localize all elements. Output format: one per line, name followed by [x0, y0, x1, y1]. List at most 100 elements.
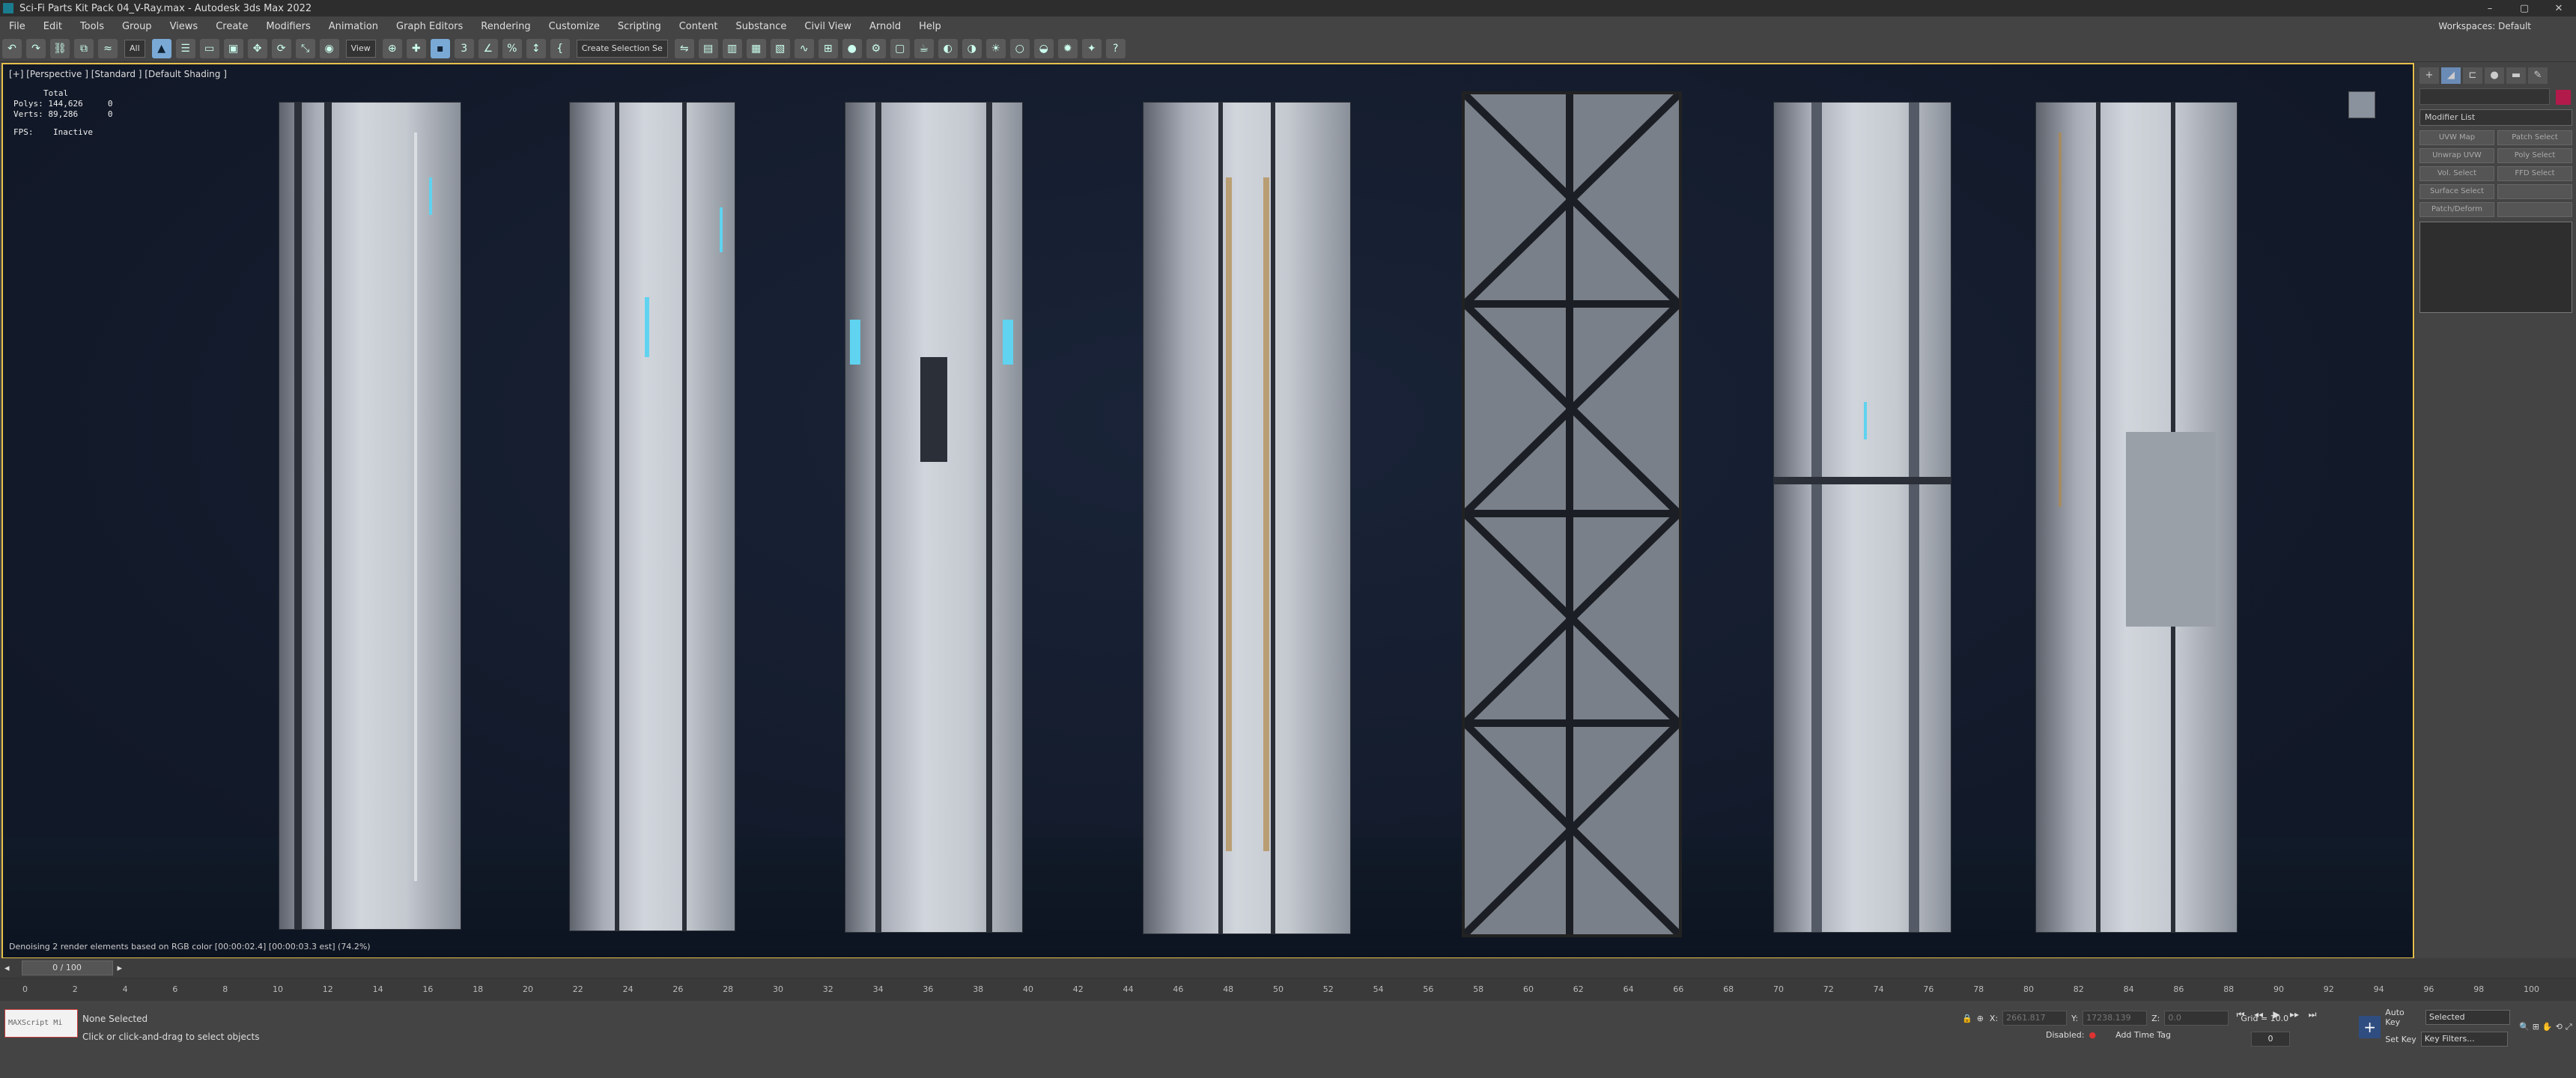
- menu-animation[interactable]: Animation: [320, 21, 387, 32]
- close-icon[interactable]: ✕: [2542, 3, 2576, 14]
- pillar-3[interactable]: [845, 102, 1023, 933]
- time-slider-next-icon[interactable]: ▸: [118, 963, 123, 974]
- pillar-7[interactable]: [2035, 102, 2238, 933]
- menu-edit[interactable]: Edit: [34, 21, 71, 32]
- hierarchy-tab-icon[interactable]: ⊏: [2463, 67, 2482, 84]
- bind-spacewarp-icon[interactable]: ≈: [98, 39, 118, 58]
- maximize-viewport-icon[interactable]: ⤢: [2566, 1022, 2572, 1032]
- modifier-surface-select[interactable]: Surface Select: [2419, 184, 2494, 199]
- modifier-unwrap-uvw[interactable]: Unwrap UVW: [2419, 148, 2494, 163]
- modify-tab-icon[interactable]: ◢: [2441, 67, 2461, 84]
- menu-file[interactable]: File: [0, 21, 34, 32]
- menu-substance[interactable]: Substance: [726, 21, 795, 32]
- previous-frame-icon[interactable]: ◂◂: [2251, 1009, 2266, 1024]
- select-move-icon[interactable]: ✥: [247, 39, 267, 58]
- viewport-label[interactable]: [+] [Perspective ] [Standard ] [Default …: [9, 69, 227, 79]
- zoom-icon[interactable]: 🔍: [2519, 1022, 2530, 1032]
- orbit-icon[interactable]: ⟲: [2556, 1022, 2563, 1032]
- modifier-vol-select[interactable]: Vol. Select: [2419, 166, 2494, 181]
- create-tab-icon[interactable]: +: [2419, 67, 2439, 84]
- undo-icon[interactable]: ↶: [2, 39, 22, 58]
- pillar-5-frame[interactable]: [1462, 91, 1682, 937]
- go-to-start-icon[interactable]: ⏮: [2233, 1009, 2248, 1024]
- ribbon-icon[interactable]: ▧: [770, 39, 790, 58]
- modifier-uvw-map[interactable]: UVW Map: [2419, 130, 2494, 145]
- menu-graph-editors[interactable]: Graph Editors: [387, 21, 472, 32]
- play-icon[interactable]: ▶: [2269, 1009, 2284, 1024]
- go-to-end-icon[interactable]: ⏭: [2305, 1009, 2320, 1024]
- menu-tools[interactable]: Tools: [71, 21, 113, 32]
- key-filters-button[interactable]: Key Filters...: [2420, 1032, 2508, 1047]
- maxscript-listener[interactable]: MAXScript Mi: [4, 1009, 78, 1038]
- menu-arnold[interactable]: Arnold: [860, 21, 910, 32]
- modifier-poly-select[interactable]: Poly Select: [2497, 148, 2572, 163]
- rect-selection-icon[interactable]: ▭: [199, 39, 219, 58]
- lock-selection-icon[interactable]: 🔒: [1962, 1014, 1972, 1023]
- menu-group[interactable]: Group: [113, 21, 161, 32]
- selection-filter-dropdown[interactable]: All: [124, 40, 145, 58]
- minimize-icon[interactable]: –: [2473, 3, 2507, 14]
- pillar-6[interactable]: [1773, 102, 1951, 933]
- modifier-patch-select[interactable]: Patch Select: [2497, 130, 2572, 145]
- vray-icon-1[interactable]: ◐: [938, 39, 958, 58]
- menu-views[interactable]: Views: [161, 21, 207, 32]
- set-key-big-icon[interactable]: +: [2359, 1016, 2381, 1038]
- menu-rendering[interactable]: Rendering: [472, 21, 539, 32]
- next-frame-icon[interactable]: ▸▸: [2287, 1009, 2302, 1024]
- menu-create[interactable]: Create: [207, 21, 257, 32]
- snap-3d-icon[interactable]: 3: [454, 39, 474, 58]
- rendered-frame-window-icon[interactable]: ▢: [890, 39, 910, 58]
- select-rotate-icon[interactable]: ⟳: [271, 39, 291, 58]
- link-icon[interactable]: ⛓: [50, 39, 70, 58]
- unlink-icon[interactable]: ⧉: [74, 39, 94, 58]
- x-coordinate-field[interactable]: 2661.817: [2002, 1011, 2068, 1026]
- percent-snap-icon[interactable]: %: [502, 39, 522, 58]
- selected-dropdown[interactable]: Selected: [2425, 1010, 2510, 1025]
- object-name-field[interactable]: [2419, 88, 2550, 105]
- select-scale-icon[interactable]: ⤡: [295, 39, 315, 58]
- menu-modifiers[interactable]: Modifiers: [257, 21, 319, 32]
- place-icon[interactable]: ◉: [319, 39, 339, 58]
- pan-icon[interactable]: ✋: [2542, 1022, 2553, 1032]
- spinner-snap-icon[interactable]: ↕: [526, 39, 546, 58]
- auto-key-button[interactable]: Auto Key: [2385, 1008, 2421, 1027]
- layer-explorer-icon[interactable]: ▥: [722, 39, 742, 58]
- time-slider-prev-icon[interactable]: ◂: [4, 963, 10, 974]
- menu-content[interactable]: Content: [670, 21, 727, 32]
- time-slider[interactable]: 0 / 100: [21, 960, 113, 975]
- modifier-patch-deform[interactable]: Patch/Deform: [2419, 202, 2494, 217]
- pillar-2[interactable]: [569, 102, 735, 931]
- pillar-4[interactable]: [1143, 102, 1351, 934]
- named-selection-set-dropdown[interactable]: Create Selection Se: [576, 40, 668, 58]
- menu-help[interactable]: Help: [910, 21, 950, 32]
- vray-tool-icon[interactable]: ✦: [1081, 39, 1102, 58]
- zoom-all-icon[interactable]: ⊞: [2533, 1022, 2539, 1032]
- track-bar[interactable]: 0 2 4 6 8 10 12 14 16 18 20 22 24 26 28 30 32 34 36 38 40 42 4…: [0, 978, 2576, 1001]
- perspective-viewport[interactable]: [+] [Perspective ] [Standard ] [Default …: [1, 63, 2414, 959]
- add-time-tag[interactable]: Add Time Tag: [2115, 1030, 2171, 1040]
- modifier-list-dropdown[interactable]: Modifier List: [2419, 109, 2572, 126]
- pillar-1[interactable]: [279, 102, 461, 930]
- schematic-view-icon[interactable]: ⊞: [818, 39, 838, 58]
- align-icon[interactable]: ▤: [698, 39, 718, 58]
- angle-snap-icon[interactable]: ∠: [478, 39, 498, 58]
- render-production-icon[interactable]: ☕: [914, 39, 934, 58]
- modifier-blank-2[interactable]: [2497, 202, 2572, 217]
- motion-tab-icon[interactable]: ●: [2485, 67, 2504, 84]
- vray-dome-icon[interactable]: ◒: [1033, 39, 1054, 58]
- menu-scripting[interactable]: Scripting: [609, 21, 670, 32]
- render-setup-icon[interactable]: ⚙: [866, 39, 886, 58]
- vray-sphere-icon[interactable]: ○: [1009, 39, 1030, 58]
- help-icon[interactable]: ?: [1105, 39, 1126, 58]
- object-color-swatch[interactable]: [2556, 90, 2571, 105]
- workspace-selector[interactable]: Workspaces: Default: [2438, 21, 2531, 31]
- vray-light-icon[interactable]: ☀: [985, 39, 1006, 58]
- edit-named-selection-icon[interactable]: {: [550, 39, 570, 58]
- select-by-name-icon[interactable]: ☰: [175, 39, 195, 58]
- vray-icon-2[interactable]: ◑: [962, 39, 982, 58]
- redo-icon[interactable]: ↷: [26, 39, 46, 58]
- select-object-icon[interactable]: ▲: [151, 39, 171, 58]
- mirror-icon[interactable]: ⇋: [674, 39, 694, 58]
- z-coordinate-field[interactable]: 0.0: [2164, 1011, 2229, 1026]
- window-crossing-icon[interactable]: ▣: [223, 39, 243, 58]
